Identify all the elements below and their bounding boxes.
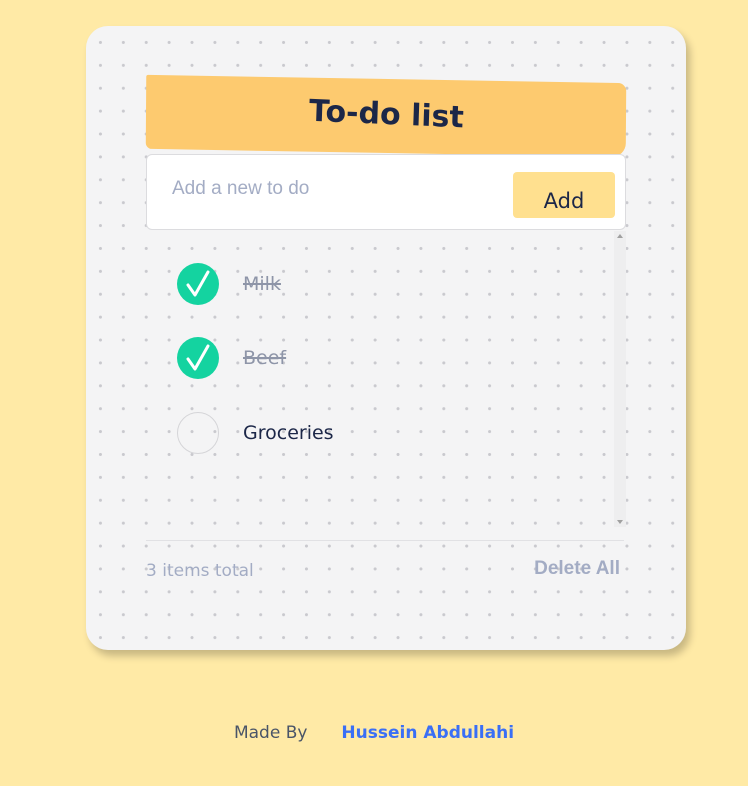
credit-footer: Made By Hussein Abdullahi: [0, 723, 748, 743]
items-total-count: 3 items total: [146, 561, 254, 581]
title-banner: To-do list: [145, 74, 627, 158]
todo-label-beef: Beef: [243, 347, 287, 369]
todo-label-milk: Milk: [243, 273, 281, 295]
author-link[interactable]: Hussein Abdullahi: [341, 723, 514, 743]
todo-label-groceries: Groceries: [243, 422, 334, 444]
add-button[interactable]: Add: [513, 172, 615, 218]
todo-list: Milk Beef Groceries: [146, 231, 626, 527]
checkmark-icon: [186, 344, 210, 371]
new-todo-form: Add: [146, 154, 626, 230]
scroll-up-icon[interactable]: [617, 234, 623, 238]
page-title: To-do list: [308, 93, 464, 135]
delete-all-button[interactable]: Delete All: [534, 558, 620, 580]
todo-card: To-do list Add Milk Beef Groceries: [86, 26, 686, 650]
list-scrollbar[interactable]: [614, 231, 626, 527]
checkmark-icon: [186, 270, 210, 297]
todo-checkbox-beef[interactable]: [177, 337, 219, 379]
footer-divider: [146, 540, 624, 541]
new-todo-input[interactable]: [147, 155, 497, 229]
made-by-label: Made By: [233, 723, 308, 743]
todo-item-beef: Beef: [177, 336, 286, 380]
todo-checkbox-groceries[interactable]: [177, 412, 219, 454]
todo-item-groceries: Groceries: [177, 411, 334, 455]
todo-checkbox-milk[interactable]: [177, 263, 219, 305]
scroll-down-icon[interactable]: [617, 520, 623, 524]
todo-item-milk: Milk: [177, 262, 281, 306]
